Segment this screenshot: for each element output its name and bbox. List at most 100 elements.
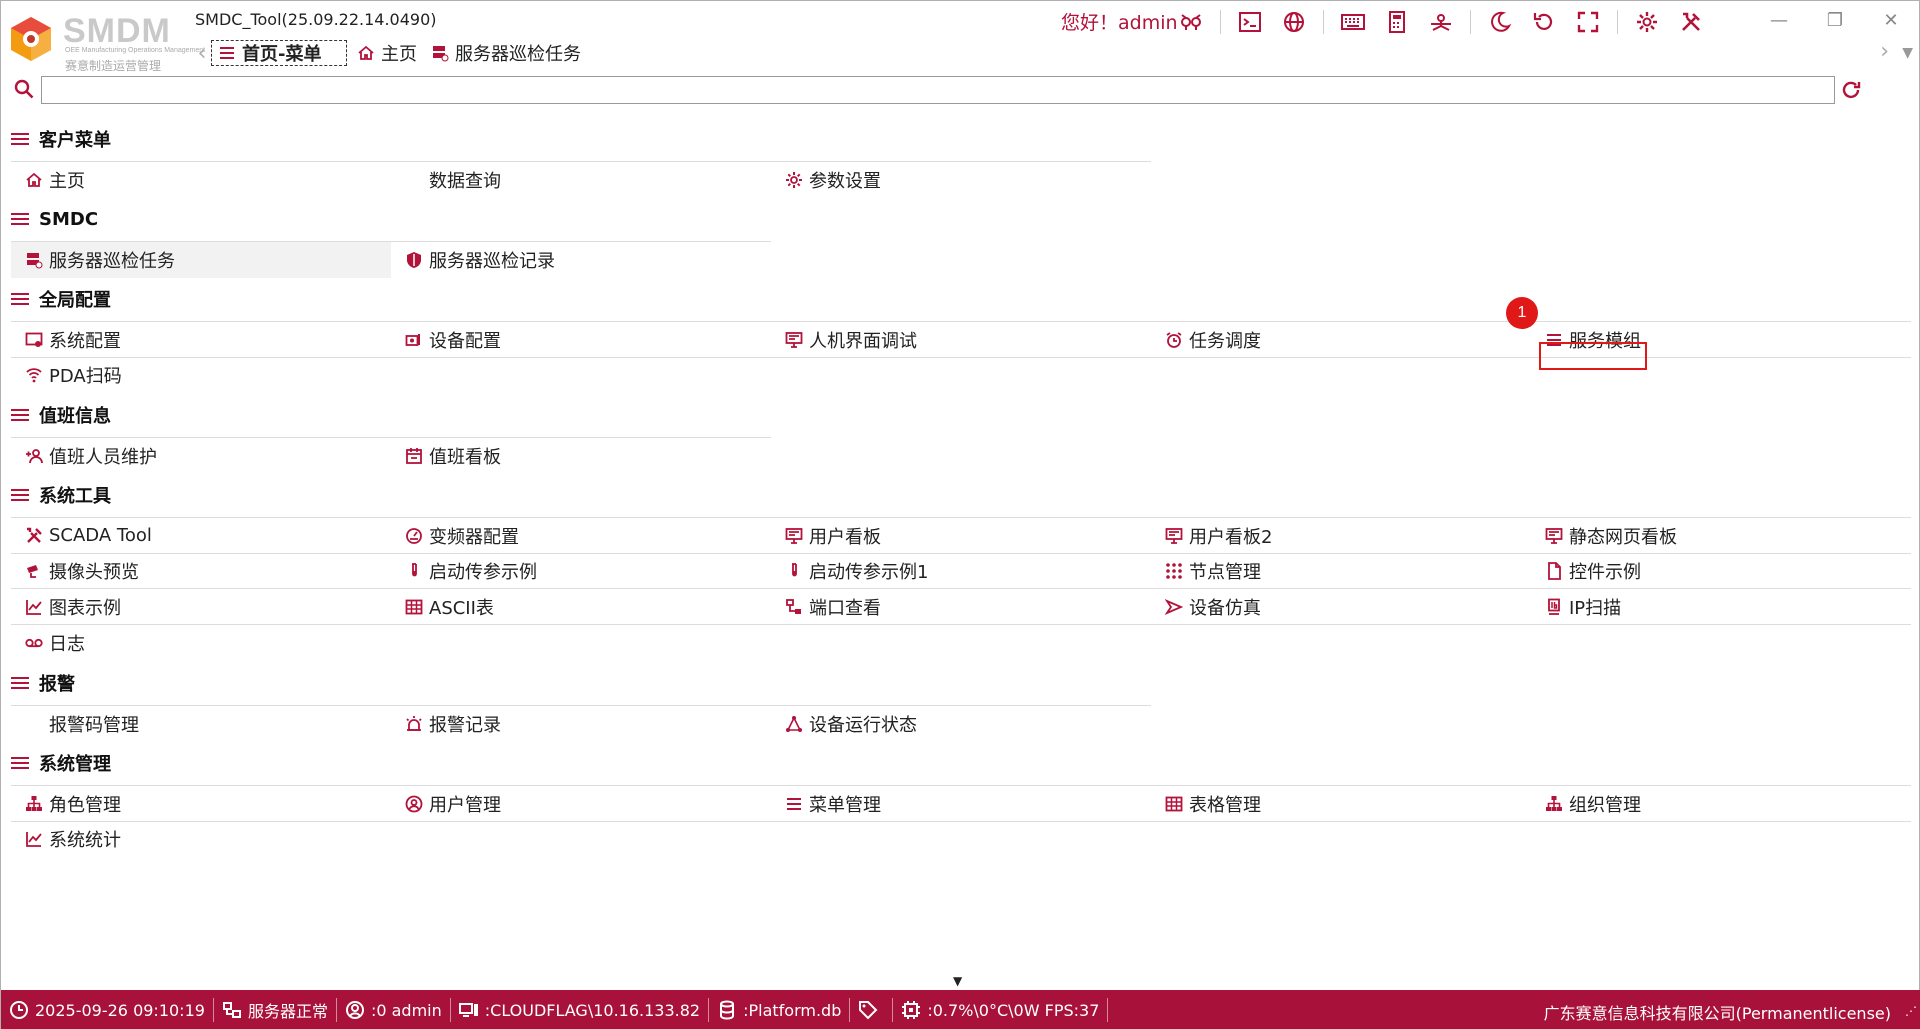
shield-icon xyxy=(405,251,423,269)
menu-item[interactable]: 变频器配置 xyxy=(391,518,771,554)
tab-scroll-left-icon[interactable]: ‹ xyxy=(193,40,211,66)
menu-item[interactable]: 报警记录 xyxy=(391,706,771,742)
menu-item[interactable]: SCADA Tool xyxy=(11,518,391,554)
home-icon xyxy=(25,171,43,189)
server-icon xyxy=(25,251,43,269)
menu-item[interactable]: 组织管理 xyxy=(1531,786,1911,822)
search-input[interactable] xyxy=(41,76,1835,104)
menu-item[interactable]: ASCII表 xyxy=(391,589,771,625)
menu-item[interactable]: 启动传参示例1 xyxy=(771,553,1151,589)
menu-item-label: 报警码管理 xyxy=(49,714,139,736)
fullscreen-icon[interactable] xyxy=(1573,7,1603,37)
user-switch-icon[interactable] xyxy=(1176,7,1206,37)
globe-icon[interactable] xyxy=(1279,7,1309,37)
voicemail-icon xyxy=(25,634,43,652)
tag-icon xyxy=(858,1000,878,1020)
menu-item[interactable]: 节点管理 xyxy=(1151,553,1531,589)
search-icon[interactable] xyxy=(13,78,35,100)
menu-item[interactable]: 菜单管理 xyxy=(771,786,1151,822)
menu-item[interactable]: PDA扫码 xyxy=(11,357,391,393)
refresh-icon[interactable] xyxy=(1529,7,1559,37)
menu-icon xyxy=(785,795,803,813)
menu-item[interactable]: 端口查看 xyxy=(771,589,1151,625)
menu-item[interactable]: 用户看板 xyxy=(771,518,1151,554)
menu-item[interactable]: 用户管理 xyxy=(391,786,771,822)
menu-item[interactable]: 设备配置 xyxy=(391,322,771,358)
tools-icon[interactable] xyxy=(1676,7,1706,37)
menu-item[interactable]: 服务器巡检记录 xyxy=(391,242,771,278)
tab-list-dropdown-icon[interactable]: ▼ xyxy=(1902,45,1913,61)
menu-item[interactable]: 人机界面调试 xyxy=(771,322,1151,358)
expand-chevron-icon[interactable]: ▼ xyxy=(953,974,962,988)
camera-icon xyxy=(25,562,43,580)
menu-item[interactable]: 设备仿真 xyxy=(1151,589,1531,625)
section-header[interactable]: 全局配置 xyxy=(1,277,1920,321)
menu-item[interactable]: 用户看板2 xyxy=(1151,518,1531,554)
tab-home-menu[interactable]: 首页-菜单 xyxy=(211,40,347,66)
section-header[interactable]: 客户菜单 xyxy=(1,117,1920,161)
menu-item[interactable]: 设备运行状态 xyxy=(771,706,1151,742)
night-mode-icon[interactable] xyxy=(1485,7,1515,37)
system-config-icon xyxy=(25,331,43,349)
section-header[interactable]: SMDC xyxy=(1,197,1920,241)
menu-item[interactable]: IP扫描 xyxy=(1531,589,1911,625)
menu-item-label: 参数设置 xyxy=(809,170,881,192)
minimize-button[interactable]: — xyxy=(1751,3,1807,37)
monitor-icon xyxy=(785,331,803,349)
ip-icon xyxy=(1545,598,1563,616)
menu-item[interactable]: 服务器巡检任务 xyxy=(11,242,391,278)
network-icon[interactable] xyxy=(1426,7,1456,37)
menu-item[interactable]: 图表示例 xyxy=(11,589,391,625)
menu-item[interactable]: 静态网页看板 xyxy=(1531,518,1911,554)
toolbar-divider xyxy=(1220,10,1221,34)
resize-grip-icon[interactable]: ⋰ xyxy=(1905,1004,1917,1018)
terminal-icon[interactable] xyxy=(1235,7,1265,37)
close-button[interactable]: ✕ xyxy=(1863,3,1919,37)
logo-hex-icon xyxy=(11,17,51,61)
menu-item[interactable]: 控件示例 xyxy=(1531,553,1911,589)
menu-item[interactable]: 报警码管理 xyxy=(11,706,391,742)
menu-item[interactable]: 摄像头预览 xyxy=(11,553,391,589)
user-greeting[interactable]: 您好！admin xyxy=(1061,8,1178,35)
device-config-icon xyxy=(405,331,423,349)
menu-item-label: 值班人员维护 xyxy=(49,446,157,468)
database-icon xyxy=(717,1000,737,1020)
menu-row: 值班人员维护 值班看板 xyxy=(11,437,771,473)
siren-icon xyxy=(405,715,423,733)
section-header[interactable]: 系统工具 xyxy=(1,473,1920,517)
restore-button[interactable]: ❐ xyxy=(1807,3,1863,37)
menu-item[interactable]: 值班人员维护 xyxy=(11,438,391,474)
status-perf: :0.7%\0°C\0W FPS:37 xyxy=(893,998,1109,1022)
menu-item[interactable]: 角色管理 xyxy=(11,786,391,822)
menu-item[interactable]: 启动传参示例 xyxy=(391,553,771,589)
line-chart-icon xyxy=(25,830,43,848)
keyboard-icon[interactable] xyxy=(1338,7,1368,37)
status-database-text: :Platform.db xyxy=(743,1000,842,1020)
menu-row: 主页 数据查询 参数设置 xyxy=(11,161,1151,197)
tab-server-inspection[interactable]: 服务器巡检任务 xyxy=(427,40,585,66)
tab-home[interactable]: 主页 xyxy=(353,40,421,66)
menu-item[interactable]: 数据查询 xyxy=(391,162,771,198)
section-header[interactable]: 系统管理 xyxy=(1,741,1920,785)
section-header[interactable]: 报警 xyxy=(1,661,1920,705)
status-server-text: 服务器正常 xyxy=(247,1002,328,1021)
menu-item[interactable]: 值班看板 xyxy=(391,438,771,474)
menu-item[interactable]: 参数设置 xyxy=(771,162,1151,198)
menu-item[interactable]: 日志 xyxy=(11,625,391,661)
annotation-badge: 1 xyxy=(1506,297,1538,329)
section-header[interactable]: 值班信息 xyxy=(1,393,1920,437)
gear-icon[interactable] xyxy=(1632,7,1662,37)
menu-item[interactable]: 主页 xyxy=(11,162,391,198)
menu-item-label: ASCII表 xyxy=(429,597,494,619)
gear-icon xyxy=(785,171,803,189)
menu-item[interactable]: 系统统计 xyxy=(11,821,391,857)
menu-item[interactable]: 任务调度 xyxy=(1151,322,1531,358)
tab-scroll-right-icon[interactable]: › xyxy=(1880,39,1889,64)
calculator-icon[interactable] xyxy=(1382,7,1412,37)
menu-row: SCADA Tool 变频器配置 用户看板 用户看板2 静态网页看板 xyxy=(11,517,1911,554)
status-perf-text: :0.7%\0°C\0W FPS:37 xyxy=(927,1000,1100,1020)
menu-item[interactable]: 表格管理 xyxy=(1151,786,1531,822)
menu-icon xyxy=(11,677,29,689)
reload-icon[interactable] xyxy=(1839,78,1863,102)
menu-item[interactable]: 系统配置 xyxy=(11,322,391,358)
